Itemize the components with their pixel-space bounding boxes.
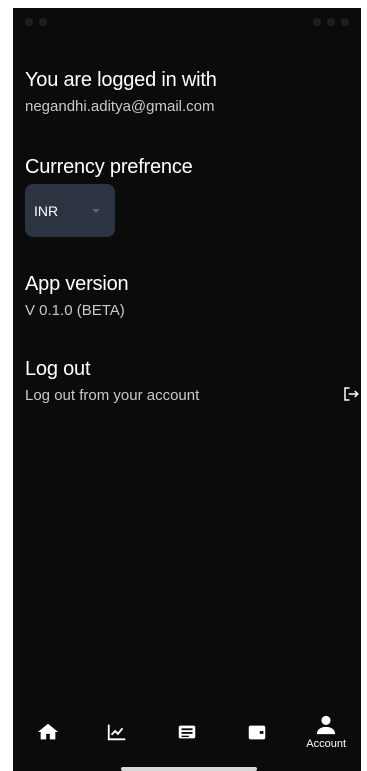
logout-title: Log out — [25, 358, 91, 380]
nav-wallet[interactable] — [227, 721, 287, 743]
nav-account-label: Account — [306, 738, 347, 750]
wallet-icon — [248, 725, 265, 740]
currency-select[interactable]: INR — [25, 184, 115, 237]
login-section: You are logged in with negandhi.aditya@g… — [25, 68, 217, 117]
user-icon — [317, 715, 336, 735]
chevron-down-icon — [92, 208, 101, 213]
nav-home[interactable] — [18, 721, 78, 743]
status-icon — [39, 18, 47, 26]
version-value: V 0.1.0 (BETA) — [25, 302, 125, 319]
wifi-icon — [313, 18, 321, 26]
currency-section: Currency prefrence — [25, 155, 193, 179]
list-icon — [178, 725, 196, 739]
home-icon — [37, 723, 58, 740]
bottom-nav: Account — [13, 711, 361, 753]
app-screen: You are logged in with negandhi.aditya@g… — [13, 8, 361, 771]
logged-in-title: You are logged in with — [25, 69, 217, 91]
home-indicator — [121, 767, 257, 771]
nav-account[interactable]: Account — [296, 714, 356, 750]
currency-value: INR — [34, 202, 59, 219]
status-icon — [25, 18, 33, 26]
logout-subtitle: Log out from your account — [25, 387, 200, 404]
battery-icon — [341, 18, 349, 26]
currency-title: Currency prefrence — [25, 156, 193, 178]
email-text: negandhi.aditya@gmail.com — [25, 98, 215, 115]
status-bar — [13, 8, 361, 36]
chart-icon — [108, 724, 126, 741]
logout-icon[interactable] — [341, 385, 361, 403]
version-section: App version V 0.1.0 (BETA) — [25, 272, 129, 321]
nav-charts[interactable] — [87, 721, 147, 743]
nav-transactions[interactable] — [157, 721, 217, 743]
logout-section[interactable]: Log out Log out from your account — [25, 357, 361, 406]
signal-icon — [327, 18, 335, 26]
version-title: App version — [25, 273, 129, 295]
